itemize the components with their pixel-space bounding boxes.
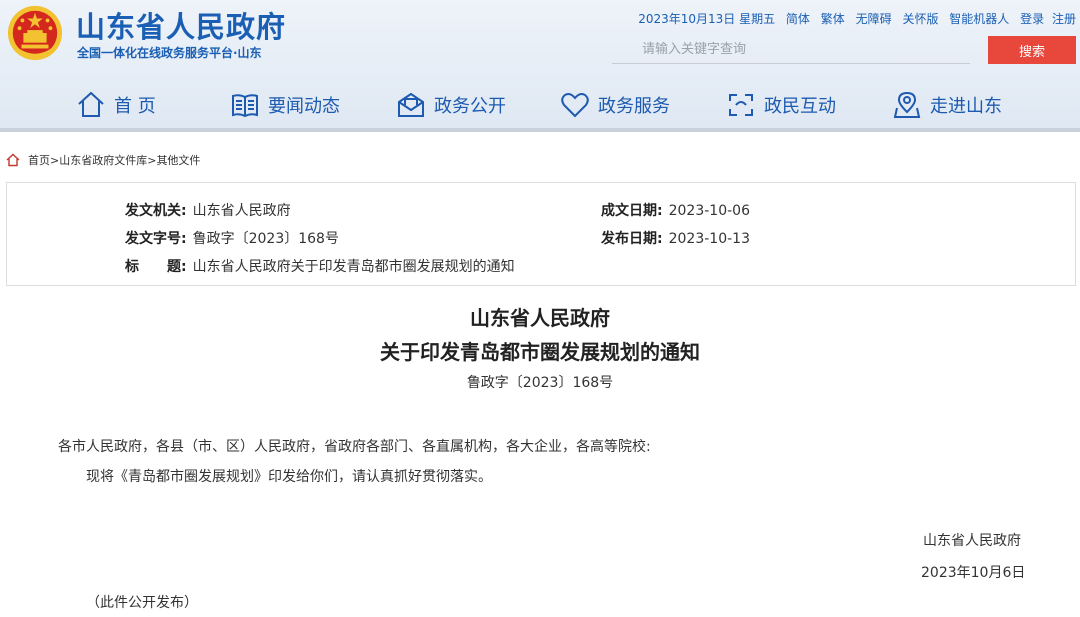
home-icon	[6, 153, 20, 167]
meta-title-label: 标 题:	[125, 259, 187, 275]
meta-issuer-value: 山东省人民政府	[192, 203, 291, 219]
meta-created-value: 2023-10-06	[668, 203, 750, 219]
meta-issuer: 发文机关: 山东省人民政府	[125, 200, 291, 220]
breadcrumb-home[interactable]: 首页	[28, 152, 50, 168]
meta-title: 标 题: 山东省人民政府关于印发青岛都市圈发展规划的通知	[125, 256, 515, 276]
document-note: （此件公开发布）	[86, 595, 198, 611]
link-simplified[interactable]: 简体	[786, 12, 810, 26]
document-meta-box: 发文机关: 山东省人民政府 发文字号: 鲁政字〔2023〕168号 标 题: 山东省人…	[6, 182, 1076, 286]
interaction-icon	[729, 94, 753, 116]
nav-home-label: 首 页	[114, 96, 156, 117]
search-input[interactable]	[612, 36, 970, 64]
breadcrumb-separator: >	[147, 153, 157, 167]
link-login[interactable]: 登录	[1020, 12, 1044, 26]
site-header: 山东省人民政府 全国一体化在线政务服务平台·山东 2023年10月13日 星期五…	[0, 0, 1080, 132]
meta-issuer-label: 发文机关:	[125, 203, 187, 219]
link-care-version[interactable]: 关怀版	[902, 12, 938, 26]
national-emblem-icon	[7, 5, 63, 61]
nav-gov-open[interactable]: 政务公开	[396, 90, 506, 120]
breadcrumb-other-files[interactable]: 其他文件	[156, 152, 200, 168]
document-signature: 山东省人民政府	[923, 533, 1021, 549]
top-links: 2023年10月13日 星期五 简体 繁体 无障碍 关怀版 智能机器人 登录 注…	[638, 10, 1076, 27]
location-icon	[893, 91, 921, 118]
link-register[interactable]: 注册	[1052, 12, 1076, 26]
nav-home[interactable]: 首 页	[76, 90, 156, 120]
link-robot[interactable]: 智能机器人	[949, 12, 1009, 26]
document-title-line1: 山东省人民政府	[470, 306, 610, 330]
breadcrumb-separator: >	[50, 153, 60, 167]
document-salutation: 各市人民政府，各县（市、区）人民政府，省政府各部门、各直属机构，各大企业，各高等…	[58, 439, 651, 455]
link-accessibility[interactable]: 无障碍	[856, 12, 892, 26]
meta-title-value: 山东省人民政府关于印发青岛都市圈发展规划的通知	[192, 259, 515, 275]
meta-doc-no-label: 发文字号:	[125, 231, 187, 247]
breadcrumb: 首页 > 山东省政府文件库 > 其他文件	[6, 152, 200, 168]
nav-interaction-label: 政民互动	[764, 96, 836, 117]
search-button[interactable]: 搜索	[988, 36, 1076, 64]
meta-created: 成文日期: 2023-10-06	[601, 200, 750, 220]
main-nav: 首 页 要闻动态 政务公开 政务服务 政民互动 走进山东	[0, 80, 1080, 128]
document-number: 鲁政字〔2023〕168号	[466, 375, 614, 391]
meta-published-label: 发布日期:	[601, 231, 663, 247]
current-date: 2023年10月13日 星期五	[638, 12, 776, 26]
nav-interaction[interactable]: 政民互动	[726, 90, 836, 120]
site-subtitle[interactable]: 全国一体化在线政务服务平台·山东	[77, 44, 262, 61]
meta-doc-no-value: 鲁政字〔2023〕168号	[192, 231, 339, 247]
nav-news-label: 要闻动态	[268, 96, 340, 117]
heart-icon	[561, 93, 589, 118]
home-icon	[78, 91, 104, 117]
nav-shandong[interactable]: 走进山东	[892, 90, 1002, 120]
nav-gov-open-label: 政务公开	[434, 96, 506, 117]
nav-gov-service-label: 政务服务	[598, 96, 670, 117]
meta-published: 发布日期: 2023-10-13	[601, 228, 750, 248]
meta-created-label: 成文日期:	[601, 203, 663, 219]
link-traditional[interactable]: 繁体	[821, 12, 845, 26]
site-title[interactable]: 山东省人民政府	[76, 4, 286, 46]
nav-gov-service[interactable]: 政务服务	[560, 90, 670, 120]
document-body: 现将《青岛都市圈发展规划》印发给你们，请认真抓好贯彻落实。	[86, 469, 492, 485]
nav-shandong-label: 走进山东	[930, 96, 1002, 117]
nav-news[interactable]: 要闻动态	[230, 90, 340, 120]
breadcrumb-file-library[interactable]: 山东省政府文件库	[59, 152, 147, 168]
document-title-line2: 关于印发青岛都市圈发展规划的通知	[380, 340, 700, 364]
news-icon	[232, 94, 258, 118]
meta-published-value: 2023-10-13	[668, 231, 750, 247]
document-sign-date: 2023年10月6日	[921, 565, 1026, 581]
meta-doc-no: 发文字号: 鲁政字〔2023〕168号	[125, 228, 339, 248]
mail-icon	[398, 92, 424, 117]
